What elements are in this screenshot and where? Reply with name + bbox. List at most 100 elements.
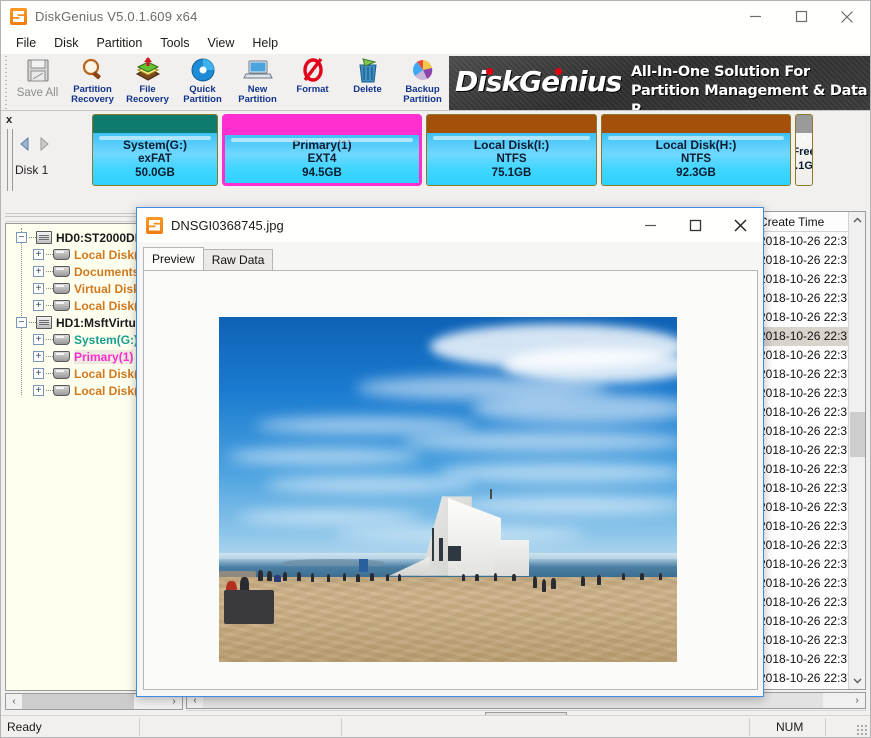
status-divider xyxy=(139,718,140,736)
partition-body: Local Disk(I:) NTFS 75.1GB xyxy=(427,133,596,185)
partition-body: Primary(1) EXT4 94.5GB xyxy=(225,135,419,183)
chevron-down-icon[interactable] xyxy=(849,672,866,689)
pie-icon xyxy=(408,57,438,84)
diskgenius-window: DiskGenius V5.0.1.609 x64 File Disk Part… xyxy=(0,0,871,738)
partition-size: .1G xyxy=(795,159,813,173)
partition-block-primary-1[interactable]: Primary(1) EXT4 94.5GB xyxy=(222,114,422,186)
scrollbar-thumb[interactable] xyxy=(850,412,865,457)
person-figure xyxy=(311,573,315,581)
partition-block-local-disk-i[interactable]: Local Disk(I:) NTFS 75.1GB xyxy=(426,114,597,186)
banner-tagline-line1: All-In-One Solution For xyxy=(631,63,870,82)
tree-expander[interactable]: + xyxy=(33,385,44,396)
menu-bar: File Disk Partition Tools View Help xyxy=(1,32,870,54)
chevron-right-icon[interactable] xyxy=(37,137,50,151)
partition-recovery-button[interactable]: Partition Recovery xyxy=(65,55,120,108)
partition-name: Local Disk(I:) xyxy=(474,138,549,152)
tree-expander[interactable]: + xyxy=(33,266,44,277)
partition-cap xyxy=(427,115,596,133)
tree-expander[interactable]: + xyxy=(33,368,44,379)
partition-cap xyxy=(93,115,217,133)
status-bar: Ready NUM xyxy=(1,715,870,737)
tree-expander[interactable]: + xyxy=(33,351,44,362)
tree-expander[interactable]: − xyxy=(16,232,27,243)
menu-file[interactable]: File xyxy=(7,34,45,52)
resize-grip-icon[interactable] xyxy=(856,724,868,736)
dialog-window-controls xyxy=(628,208,763,242)
status-divider xyxy=(341,718,342,736)
tab-preview[interactable]: Preview xyxy=(143,247,204,270)
chevron-right-icon[interactable]: › xyxy=(849,693,865,708)
close-button[interactable] xyxy=(824,1,870,32)
trash-icon xyxy=(353,57,383,84)
tree-expander[interactable]: + xyxy=(33,334,44,345)
cloud-shape xyxy=(265,476,476,493)
tree-node-label: Documents xyxy=(74,265,139,279)
partition-size: 92.3GB xyxy=(676,166,716,180)
chevron-left-icon[interactable]: ‹ xyxy=(6,694,22,709)
maximize-button[interactable] xyxy=(778,1,824,32)
tree-dash xyxy=(46,305,53,306)
tree-node-label: Local Disk(I xyxy=(74,367,141,381)
new-partition-button[interactable]: New Partition xyxy=(230,55,285,108)
menu-view[interactable]: View xyxy=(199,34,244,52)
tab-raw-data[interactable]: Raw Data xyxy=(203,249,274,270)
dialog-minimize-button[interactable] xyxy=(628,208,673,242)
minimize-button[interactable] xyxy=(732,1,778,32)
partition-size: 94.5GB xyxy=(302,166,342,180)
tree-dash xyxy=(46,373,53,374)
banner-tagline-line2: Partition Management & Data R xyxy=(631,82,870,110)
tree-expander[interactable]: − xyxy=(16,317,27,328)
menu-disk[interactable]: Disk xyxy=(45,34,87,52)
backup-partition-button[interactable]: Backup Partition xyxy=(395,55,450,108)
banner-logo: DiskGenius xyxy=(455,65,621,98)
disk-map-close-button[interactable]: x xyxy=(6,114,12,126)
person-figure xyxy=(512,574,516,581)
partition-icon xyxy=(53,249,70,260)
cloud-shape xyxy=(439,462,677,483)
dialog-close-button[interactable] xyxy=(718,208,763,242)
tree-dash xyxy=(46,356,53,357)
file-recovery-button[interactable]: File Recovery xyxy=(120,55,175,108)
disk-map-grip xyxy=(7,129,13,191)
partition-fs: NTFS xyxy=(681,152,711,166)
file-list-vertical-scrollbar[interactable] xyxy=(848,212,865,689)
tree-dash xyxy=(29,237,36,238)
scrollbar-thumb[interactable] xyxy=(22,694,134,709)
file-preview-dialog: DNSGI0368745.jpg Preview Raw Data xyxy=(136,207,764,697)
chevron-up-icon[interactable] xyxy=(849,212,866,229)
partition-icon xyxy=(53,283,70,294)
partition-block-system-g[interactable]: System(G:) exFAT 50.0GB xyxy=(92,114,218,186)
partition-block-free[interactable]: Free .1G xyxy=(795,114,813,186)
tree-expander[interactable]: + xyxy=(33,283,44,294)
partition-block-local-disk-h[interactable]: Local Disk(H:) NTFS 92.3GB xyxy=(601,114,791,186)
cloud-shape xyxy=(237,510,420,524)
dialog-maximize-button[interactable] xyxy=(673,208,718,242)
partition-body: Free .1G xyxy=(796,133,812,185)
tree-expander[interactable]: + xyxy=(33,249,44,260)
menu-partition[interactable]: Partition xyxy=(87,34,151,52)
format-button[interactable]: Format xyxy=(285,55,340,108)
partition-bar: System(G:) exFAT 50.0GB Primary(1) EXT4 … xyxy=(92,114,813,186)
dialog-title-bar[interactable]: DNSGI0368745.jpg xyxy=(137,208,763,242)
menu-tools[interactable]: Tools xyxy=(151,34,198,52)
dialog-preview-area xyxy=(143,270,758,690)
person-figure xyxy=(622,573,625,580)
person-figure xyxy=(356,574,360,582)
person-figure xyxy=(327,574,331,582)
save-all-button[interactable]: Save All xyxy=(10,55,65,108)
quick-partition-label: Quick Partition xyxy=(183,85,222,105)
person-figure xyxy=(343,573,347,581)
quick-partition-button[interactable]: Quick Partition xyxy=(175,55,230,108)
delete-button[interactable]: Delete xyxy=(340,55,395,108)
partition-icon xyxy=(53,266,70,277)
building-slit xyxy=(432,528,435,561)
tree-node-label: Local Disk(F xyxy=(74,299,145,313)
file-recovery-label: File Recovery xyxy=(126,85,169,105)
tree-expander[interactable]: + xyxy=(33,300,44,311)
partition-body: Local Disk(H:) NTFS 92.3GB xyxy=(602,133,790,185)
tree-dash xyxy=(29,322,36,323)
menu-help[interactable]: Help xyxy=(243,34,287,52)
chevron-left-icon[interactable] xyxy=(19,137,32,151)
toolbar-grip[interactable] xyxy=(1,56,10,109)
tree-node-label: System(G:) xyxy=(74,333,138,347)
